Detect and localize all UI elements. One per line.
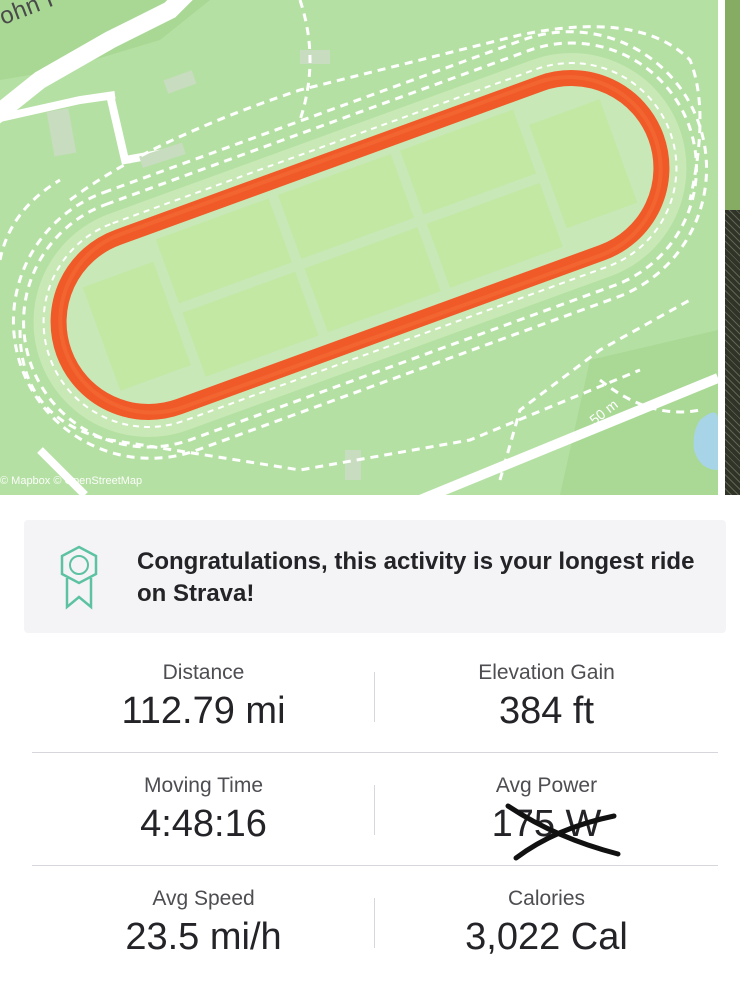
activity-photo-thumbnail[interactable] [725, 0, 740, 495]
stat-label: Calories [507, 887, 586, 910]
achievement-message: Congratulations, this activity is your l… [137, 548, 695, 607]
badge-icon [58, 545, 100, 616]
stat-value: 23.5 mi/h [125, 916, 282, 958]
stat-value: 175 W [491, 803, 602, 845]
stat-value: 112.79 mi [121, 690, 286, 732]
stat-value: 4:48:16 [140, 803, 267, 845]
stat-moving-time: Moving Time 4:48:16 [32, 773, 375, 847]
stat-label: Avg Speed [152, 887, 255, 910]
stat-calories: Calories 3,022 Cal [375, 886, 718, 960]
route-map[interactable]: John F Kennedy 50 m © Mapbox © OpenStree… [0, 0, 718, 495]
photo-fence [725, 210, 740, 495]
stat-value: 3,022 Cal [465, 916, 628, 958]
stat-distance: Distance 112.79 mi [32, 660, 375, 734]
stat-label: Avg Power [495, 774, 598, 797]
stat-avg-power: Avg Power 175 W [375, 773, 718, 847]
stats-row-3: Avg Speed 23.5 mi/h Calories 3,022 Cal [32, 866, 718, 979]
stats-grid: Distance 112.79 mi Elevation Gain 384 ft… [32, 640, 718, 979]
stats-row-2: Moving Time 4:48:16 Avg Power 175 W [32, 753, 718, 866]
achievement-card: Congratulations, this activity is your l… [24, 520, 726, 633]
stat-label: Distance [162, 661, 245, 684]
stats-row-1: Distance 112.79 mi Elevation Gain 384 ft [32, 640, 718, 753]
stat-avg-speed: Avg Speed 23.5 mi/h [32, 886, 375, 960]
photo-grass [725, 0, 740, 210]
map-canvas [0, 0, 718, 495]
map-attribution[interactable]: © Mapbox © OpenStreetMap [0, 475, 142, 487]
stat-label: Elevation Gain [478, 661, 615, 684]
stat-value: 384 ft [498, 690, 595, 732]
stat-label: Moving Time [143, 774, 264, 797]
stat-elevation-gain: Elevation Gain 384 ft [375, 660, 718, 734]
